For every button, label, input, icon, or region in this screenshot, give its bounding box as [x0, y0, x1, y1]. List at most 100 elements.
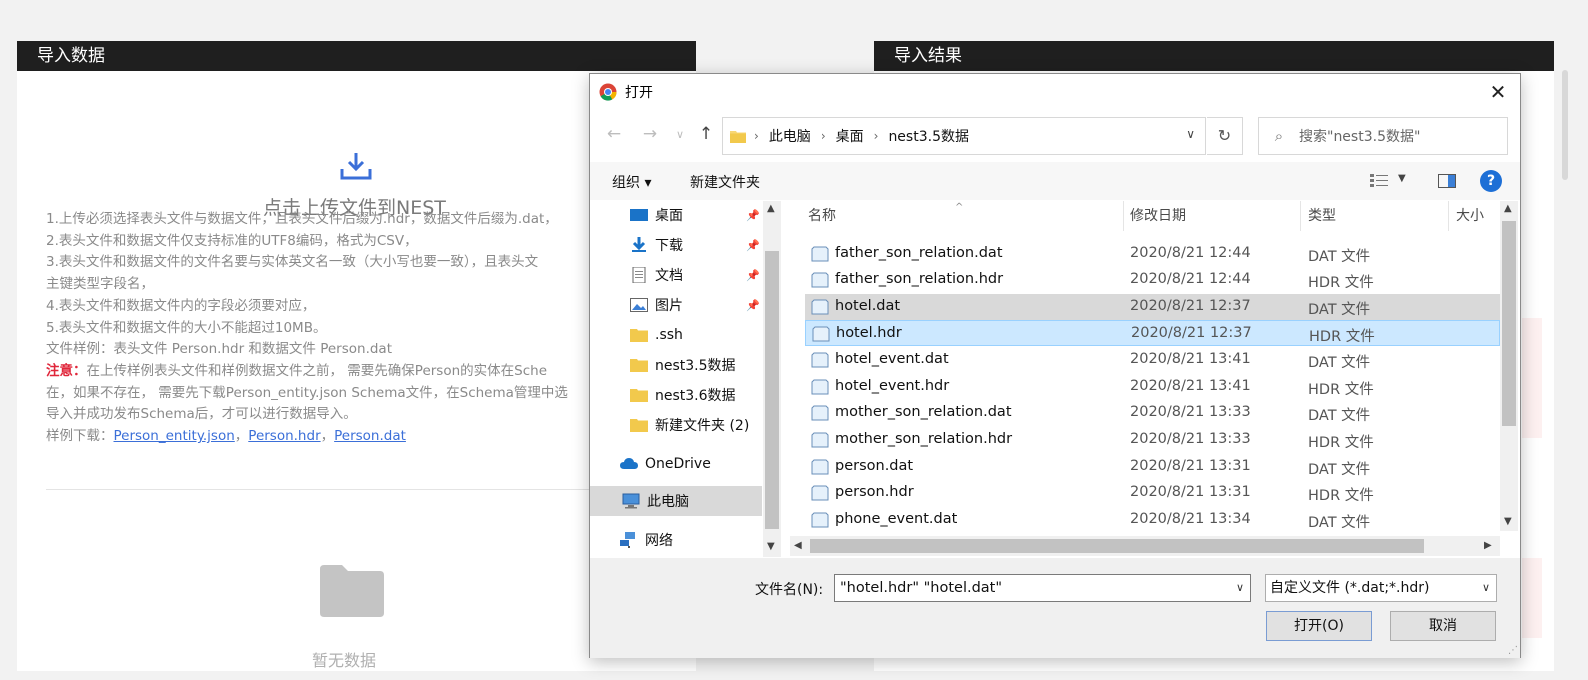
pin-icon[interactable]: 📌	[746, 239, 760, 252]
scroll-thumb[interactable]	[765, 251, 779, 529]
scroll-thumb[interactable]	[1502, 221, 1516, 426]
file-row[interactable]: phone_event.dat 2020/8/21 13:34 DAT 文件	[805, 507, 1500, 533]
file-row[interactable]: father_son_relation.dat 2020/8/21 12:44 …	[805, 241, 1500, 267]
column-header-type[interactable]: 类型	[1308, 201, 1336, 231]
nav-item-documents[interactable]: 文档	[630, 261, 683, 289]
nav-item-this-pc[interactable]: 此电脑	[622, 487, 689, 515]
column-separator[interactable]	[1300, 201, 1301, 231]
filename-input[interactable]: "hotel.hdr" "hotel.dat" ∨	[834, 574, 1251, 602]
column-separator[interactable]	[1448, 201, 1449, 231]
note-line: 1.上传必须选择表头文件与数据文件，且表头文件后缀为.hdr，数据文件后缀为.d…	[46, 211, 558, 227]
file-row[interactable]: father_son_relation.hdr 2020/8/21 12:44 …	[805, 267, 1500, 293]
file-list-vscrollbar[interactable]: ▲ ▼	[1500, 201, 1518, 531]
chevron-right-icon[interactable]: ›	[754, 129, 759, 143]
error-hint-strip	[1522, 558, 1542, 638]
close-icon[interactable]: ✕	[1486, 80, 1510, 104]
view-options-icon[interactable]	[1370, 174, 1388, 188]
warning-line: 导入并成功发布Schema后，才可以进行数据导入。	[46, 406, 357, 423]
sort-up-icon: ^	[955, 202, 964, 213]
scroll-left-icon[interactable]: ◀	[794, 540, 802, 551]
column-header-size[interactable]: 大小	[1456, 201, 1484, 231]
chevron-down-icon[interactable]: ∨	[1236, 575, 1244, 601]
navigation-pane: 桌面 📌 下载 📌 文档 📌 图片 📌 .ssh nest3.5数据 nest3…	[590, 201, 782, 557]
note-line: 文件样例：表头文件 Person.hdr 和数据文件 Person.dat	[46, 341, 392, 358]
sample-download: 样例下载：Person_entity.json，Person.hdr，Perso…	[46, 428, 406, 445]
help-icon[interactable]: ?	[1480, 170, 1502, 192]
breadcrumb-item[interactable]: 此电脑	[769, 126, 811, 146]
nav-item-folder[interactable]: nest3.6数据	[630, 381, 736, 409]
sample-link-dat[interactable]: Person.dat	[334, 428, 406, 444]
pin-icon[interactable]: 📌	[746, 209, 760, 222]
refresh-icon[interactable]: ↻	[1207, 117, 1243, 155]
new-folder-button[interactable]: 新建文件夹	[690, 172, 760, 192]
column-header-name[interactable]: 名称	[808, 201, 836, 231]
chevron-down-icon[interactable]: ∨	[1186, 127, 1195, 141]
scroll-down-icon[interactable]: ▼	[1504, 516, 1512, 527]
forward-arrow-icon[interactable]: →	[638, 124, 662, 144]
up-arrow-icon[interactable]: ↑	[694, 124, 718, 144]
sample-link-entity[interactable]: Person_entity.json	[114, 428, 235, 444]
file-list-pane: 名称 ^ 修改日期 类型 大小 father_son_relation.dat …	[790, 201, 1518, 557]
pin-icon[interactable]: 📌	[746, 299, 760, 312]
file-row[interactable]: person.dat 2020/8/21 13:31 DAT 文件	[805, 454, 1500, 480]
warning-line: 注意：在上传样例表头文件和样例数据文件之前， 需要先确保Person的实体在Sc…	[46, 361, 646, 383]
nav-item-onedrive[interactable]: OneDrive	[620, 450, 711, 478]
nav-item-downloads[interactable]: 下载	[630, 231, 683, 259]
address-bar[interactable]: › 此电脑 › 桌面 › nest3.5数据 ∨	[722, 117, 1206, 155]
organize-button[interactable]: 组织 ▾	[612, 172, 651, 192]
document-icon	[632, 267, 646, 283]
back-arrow-icon[interactable]: ←	[602, 124, 626, 144]
search-box[interactable]: ⌕ 搜索"nest3.5数据"	[1258, 117, 1508, 155]
filetype-select[interactable]: 自定义文件 (*.dat;*.hdr) ∨	[1265, 574, 1497, 602]
filename-value[interactable]: "hotel.hdr" "hotel.dat"	[840, 580, 1002, 596]
chevron-down-icon[interactable]: ▼	[1398, 173, 1406, 184]
nav-scrollbar[interactable]: ▲ ▼	[763, 201, 781, 557]
resize-grip-icon[interactable]: ⋰	[1508, 645, 1518, 656]
file-row[interactable]: hotel_event.hdr 2020/8/21 13:41 HDR 文件	[805, 374, 1500, 400]
chevron-right-icon[interactable]: ›	[821, 129, 826, 143]
file-list-hscrollbar[interactable]: ◀ ▶	[790, 536, 1500, 556]
file-row-selected[interactable]: hotel.hdr 2020/8/21 12:37 HDR 文件	[805, 320, 1500, 346]
dialog-titlebar[interactable]: 打开 ✕	[590, 74, 1520, 110]
nav-item-pictures[interactable]: 图片	[630, 291, 683, 319]
nav-item-folder[interactable]: 新建文件夹 (2)	[630, 411, 749, 439]
nav-item-folder[interactable]: nest3.5数据	[630, 351, 736, 379]
chevron-down-icon[interactable]: ∨	[1482, 575, 1490, 601]
file-row[interactable]: mother_son_relation.hdr 2020/8/21 13:33 …	[805, 427, 1500, 453]
dialog-footer: 文件名(N): "hotel.hdr" "hotel.dat" ∨ 自定义文件 …	[590, 558, 1520, 658]
nav-item-desktop[interactable]: 桌面	[630, 201, 683, 229]
nav-item-folder[interactable]: .ssh	[630, 321, 683, 349]
scroll-up-icon[interactable]: ▲	[767, 203, 775, 214]
file-icon	[811, 432, 829, 448]
search-placeholder[interactable]: 搜索"nest3.5数据"	[1299, 126, 1420, 146]
file-row[interactable]: hotel_event.dat 2020/8/21 13:41 DAT 文件	[805, 347, 1500, 373]
scroll-down-icon[interactable]: ▼	[767, 541, 775, 552]
file-icon	[811, 272, 829, 288]
cancel-button[interactable]: 取消	[1390, 611, 1496, 641]
breadcrumb-item[interactable]: 桌面	[836, 126, 864, 146]
upload-icon[interactable]	[339, 151, 373, 181]
pin-icon[interactable]: 📌	[746, 269, 760, 282]
column-header-date[interactable]: 修改日期	[1130, 201, 1186, 231]
scroll-right-icon[interactable]: ▶	[1484, 540, 1492, 551]
scroll-up-icon[interactable]: ▲	[1504, 203, 1512, 214]
scroll-thumb[interactable]	[810, 539, 1424, 553]
file-row[interactable]: mother_son_relation.dat 2020/8/21 13:33 …	[805, 400, 1500, 426]
breadcrumb-item[interactable]: nest3.5数据	[888, 126, 969, 146]
nav-item-network[interactable]: 网络	[620, 526, 673, 554]
recent-chevron-icon[interactable]: ∨	[668, 128, 692, 141]
note-line: 4.表头文件和数据文件内的字段必须要对应，	[46, 297, 316, 314]
sample-link-hdr[interactable]: Person.hdr	[248, 428, 320, 444]
filetype-value[interactable]: 自定义文件 (*.dat;*.hdr)	[1270, 580, 1429, 596]
note-line: 3.表头文件和数据文件的文件名要与实体英文名一致（大小写也要一致），且表头文	[46, 254, 539, 271]
preview-pane-icon[interactable]	[1438, 174, 1456, 188]
open-button[interactable]: 打开(O)	[1266, 611, 1372, 641]
file-row-selected[interactable]: hotel.dat 2020/8/21 12:37 DAT 文件	[805, 294, 1500, 320]
file-icon	[811, 405, 829, 421]
import-data-header: 导入数据	[17, 41, 696, 71]
chevron-right-icon[interactable]: ›	[874, 129, 879, 143]
file-row[interactable]: person.hdr 2020/8/21 13:31 HDR 文件	[805, 480, 1500, 506]
page-scrollbar[interactable]	[1562, 70, 1568, 180]
column-separator[interactable]	[1123, 201, 1124, 231]
page: 导入数据 点击上传文件到NEST 1.上传必须选择表头文件与数据文件，且表头文件…	[0, 0, 1588, 680]
